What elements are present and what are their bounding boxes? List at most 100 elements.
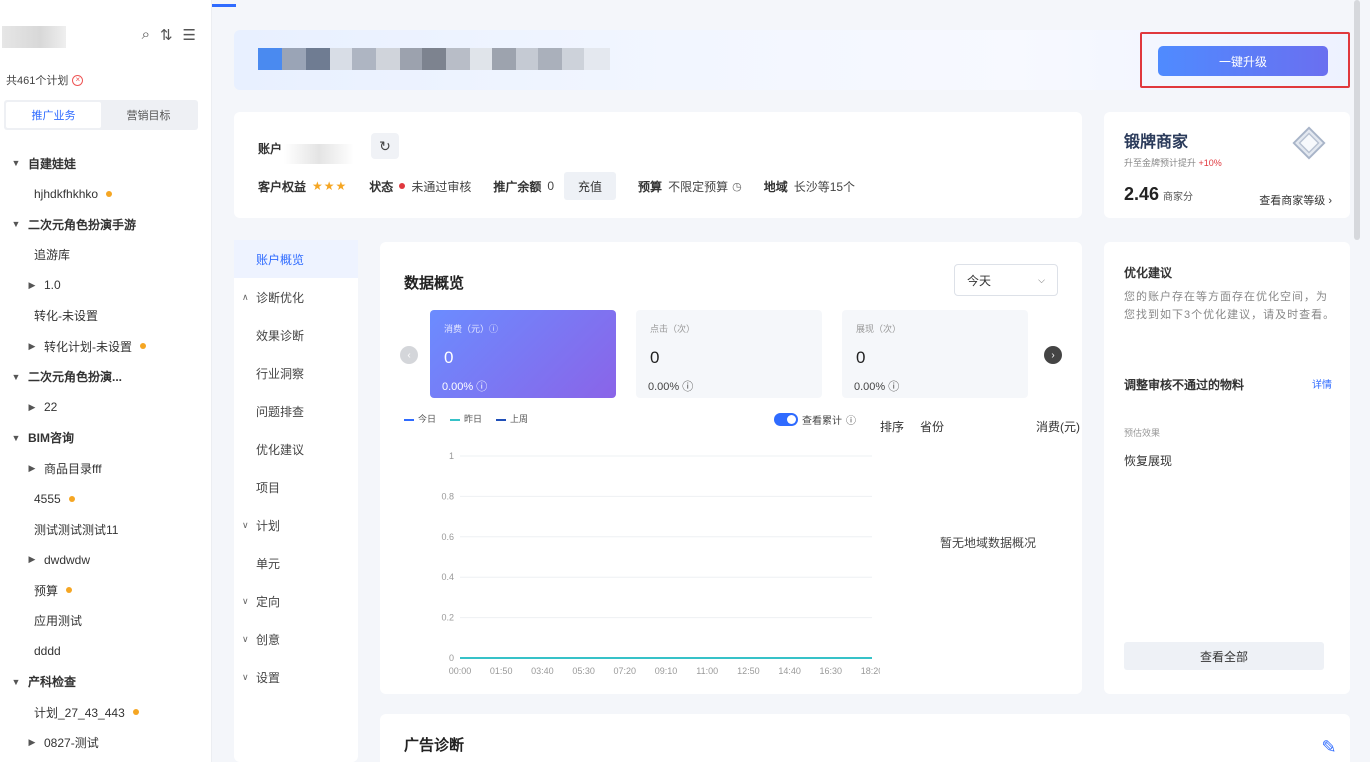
y-tick-label: 0.4: [441, 572, 454, 582]
subnav-item[interactable]: ∨ 计划: [234, 506, 358, 544]
subnav-item-label: 创意: [256, 632, 281, 647]
toggle-switch[interactable]: [774, 413, 798, 426]
tree-item-label: 二次元角色扮演...: [28, 370, 123, 385]
one-click-upgrade-button[interactable]: 一键升级: [1158, 46, 1328, 76]
metric-impressions[interactable]: 展现（次） 0 0.00% ⓘ: [842, 310, 1028, 398]
metric-clicks[interactable]: 点击（次） 0 0.00% ⓘ: [636, 310, 822, 398]
tree-item-label: 计划_27_43_443: [34, 705, 125, 720]
page-scrollbar[interactable]: [1354, 0, 1360, 240]
caret-right-icon[interactable]: ▶: [26, 402, 38, 413]
search-icon[interactable]: ⌕: [142, 26, 150, 44]
caret-down-icon[interactable]: ▼: [10, 219, 22, 229]
tree-item[interactable]: ▶ dwdwdw: [0, 545, 212, 576]
warning-dot: [106, 190, 113, 197]
tree-item[interactable]: ▼ BIM咨询: [0, 423, 212, 454]
tree-item-label: 转化计划-未设置: [44, 339, 132, 354]
suggestion-detail-link[interactable]: 详情: [1312, 376, 1332, 391]
subnav-item-label: 设置: [256, 670, 281, 685]
tree-item[interactable]: 4555: [0, 484, 212, 515]
subnav-item[interactable]: 优化建议: [234, 430, 358, 468]
clear-icon[interactable]: ×: [72, 74, 84, 86]
refresh-icon[interactable]: ↻: [371, 133, 399, 159]
legend-yesterday[interactable]: 昨日: [450, 412, 482, 425]
tree-item[interactable]: 测试测试测试11: [0, 514, 212, 545]
filter-icon[interactable]: ☰: [183, 26, 196, 44]
edit-icon[interactable]: ✎: [1308, 732, 1350, 762]
tree-item[interactable]: dddd: [0, 636, 212, 667]
subnav-item[interactable]: ∨ 设置: [234, 658, 358, 696]
x-tick-label: 05:30: [572, 666, 595, 676]
subnav-item[interactable]: 账户概览: [234, 240, 358, 278]
tree-item[interactable]: ▶ 商品目录fff: [0, 453, 212, 484]
tree-item-label: 商品目录fff: [44, 461, 102, 476]
recharge-button[interactable]: 充值: [564, 172, 617, 200]
subnav-item[interactable]: 项目: [234, 468, 358, 506]
tree-item[interactable]: 追游库: [0, 240, 212, 271]
subnav-item[interactable]: ∨ 定向: [234, 582, 358, 620]
caret-right-icon[interactable]: ▶: [26, 463, 38, 474]
chart-legend: 今日 昨日 上周: [404, 412, 528, 425]
tab-marketing-goal[interactable]: 营销目标: [101, 102, 196, 128]
tree-item[interactable]: 转化-未设置: [0, 301, 212, 332]
caret-down-icon[interactable]: ▼: [10, 677, 22, 687]
col-rank: 排序: [880, 420, 905, 434]
caret-down-icon[interactable]: ▼: [10, 372, 22, 382]
view-all-button[interactable]: 查看全部: [1124, 642, 1324, 670]
tree-item-label: 预算: [34, 583, 59, 598]
caret-right-icon[interactable]: ▶: [26, 280, 38, 291]
chevron-down-icon: ∨: [242, 633, 249, 644]
chevron-down-icon: ∨: [242, 671, 249, 682]
status-dot: [399, 183, 406, 189]
sort-icon[interactable]: ⇅: [160, 26, 173, 44]
tree-item[interactable]: ▶ 0827-测试: [0, 728, 212, 759]
period-select[interactable]: 今天 ⌵: [954, 264, 1058, 296]
sidebar-header: ⌕ ⇅ ☰: [0, 22, 212, 50]
caret-down-icon[interactable]: ▼: [10, 158, 22, 168]
subnav-item-label: 项目: [256, 480, 281, 495]
x-tick-label: 11:00: [696, 666, 718, 676]
tree-item[interactable]: 应用测试: [0, 606, 212, 637]
metric-cost[interactable]: 消费（元）ⓘ 0 0.00% ⓘ: [430, 310, 616, 398]
prev-page-icon[interactable]: ‹: [400, 346, 418, 364]
chevron-down-icon: ∨: [242, 519, 249, 530]
clock-icon: ◷: [732, 180, 742, 193]
tree-item[interactable]: ▼ 产科检查: [0, 667, 212, 698]
next-page-icon[interactable]: ›: [1044, 346, 1062, 364]
diamond-icon: [1292, 126, 1326, 160]
tree-item[interactable]: ▼ 二次元角色扮演...: [0, 362, 212, 393]
subnav-item[interactable]: ∧ 诊断优化: [234, 278, 358, 316]
subnav-item[interactable]: 行业洞察: [234, 354, 358, 392]
account-info-row: 客户权益 ★★★ 状态 未通过审核 推广余额 0 充值 预算 不限定预算 ◷ 地…: [258, 172, 877, 200]
subnav-item[interactable]: 效果诊断: [234, 316, 358, 354]
tab-business[interactable]: 推广业务: [6, 102, 101, 128]
subnav-item[interactable]: ∨ 创意: [234, 620, 358, 658]
y-tick-label: 0.6: [441, 532, 454, 542]
tree-item[interactable]: ▼ 二次元角色扮演手游: [0, 209, 212, 240]
tree-item[interactable]: hjhdkfhkhko: [0, 179, 212, 210]
tree-item[interactable]: ▶ 转化计划-未设置: [0, 331, 212, 362]
caret-right-icon[interactable]: ▶: [26, 737, 38, 748]
col-province: 省份: [920, 420, 945, 434]
data-overview-card: 数据概览 今天 ⌵ ‹ 消费（元）ⓘ 0 0.00% ⓘ 点击（次） 0 0.0…: [380, 242, 1082, 694]
warning-dot: [68, 495, 75, 502]
tree-item[interactable]: ▶ 1.0: [0, 270, 212, 301]
subnav-item-label: 效果诊断: [256, 328, 305, 343]
tree-item[interactable]: 计划_27_43_443: [0, 697, 212, 728]
legend-last-week[interactable]: 上周: [496, 412, 528, 425]
optimization-card: 优化建议 您的账户存在等方面存在优化空间，为您找到如下3个优化建议，请及时查看。…: [1104, 242, 1350, 694]
tree-item[interactable]: 预算: [0, 575, 212, 606]
caret-right-icon[interactable]: ▶: [26, 341, 38, 352]
budget-label: 预算: [638, 179, 663, 194]
view-merchant-level-link[interactable]: 查看商家等级 ›: [1259, 192, 1332, 208]
caret-right-icon[interactable]: ▶: [26, 554, 38, 565]
x-tick-label: 18:20: [861, 666, 880, 676]
caret-down-icon[interactable]: ▼: [10, 433, 22, 443]
tree-item[interactable]: ▶ 22: [0, 392, 212, 423]
tree-item-label: 4555: [34, 491, 61, 506]
subnav-item[interactable]: 单元: [234, 544, 358, 582]
merchant-level-title: 锻牌商家: [1124, 134, 1189, 151]
legend-today[interactable]: 今日: [404, 412, 436, 425]
subnav-item[interactable]: 问题排查: [234, 392, 358, 430]
cumulative-toggle[interactable]: 查看累计 ⓘ: [774, 412, 856, 427]
tree-item[interactable]: ▼ 自建娃娃: [0, 148, 212, 179]
